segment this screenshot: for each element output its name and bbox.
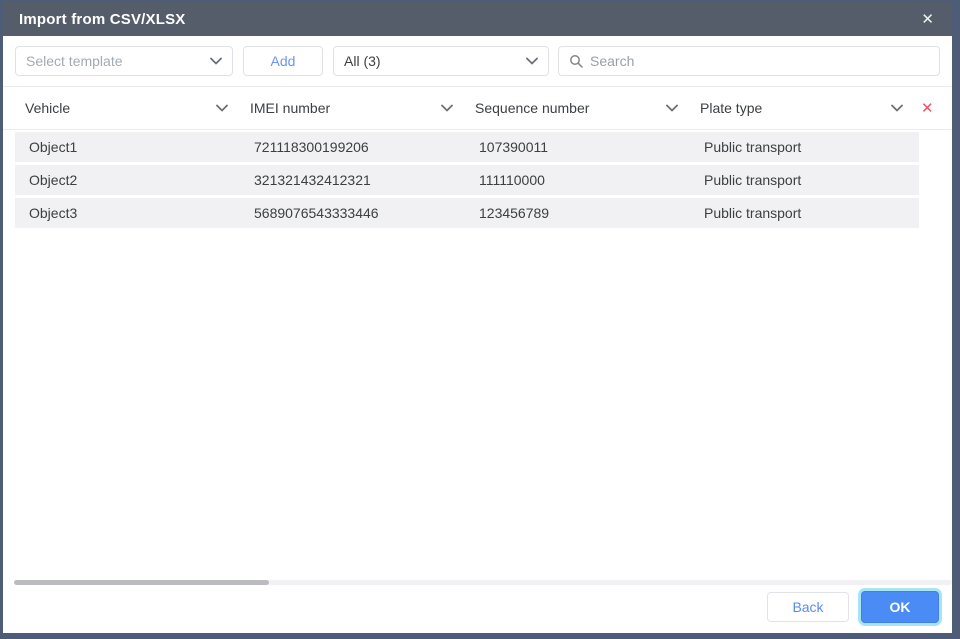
scrollbar-thumb[interactable] bbox=[14, 580, 269, 585]
cell-imei: 321321432412321 bbox=[254, 172, 371, 188]
cell-sequence: 107390011 bbox=[479, 139, 549, 155]
column-label: Plate type bbox=[700, 100, 763, 116]
add-button[interactable]: Add bbox=[243, 46, 323, 76]
template-select[interactable]: Select template bbox=[15, 46, 233, 76]
cell-vehicle: Object2 bbox=[29, 172, 78, 188]
cell-plate-type: Public transport bbox=[704, 139, 802, 155]
filter-select[interactable]: All (3) bbox=[333, 46, 549, 76]
close-icon[interactable]: ✕ bbox=[919, 8, 936, 31]
table-header: Vehicle IMEI number Sequence number Plat… bbox=[3, 87, 952, 130]
toolbar: Select template Add All (3) Search bbox=[3, 36, 952, 87]
table-body: Object1 721118300199206 107390011 Public… bbox=[3, 130, 952, 585]
cell-imei: 721118300199206 bbox=[254, 139, 369, 155]
ok-button-label: OK bbox=[889, 599, 911, 615]
column-header-vehicle[interactable]: Vehicle bbox=[15, 100, 240, 116]
table-row[interactable]: Object2 321321432412321 111110000 Public… bbox=[15, 165, 919, 195]
cell-vehicle: Object3 bbox=[29, 205, 78, 221]
cell-imei: 5689076543333446 bbox=[254, 205, 379, 221]
cell-plate-type: Public transport bbox=[704, 172, 802, 188]
column-label: Vehicle bbox=[25, 100, 71, 116]
horizontal-scrollbar[interactable] bbox=[14, 580, 952, 585]
filter-select-value: All (3) bbox=[344, 53, 381, 69]
column-header-sequence[interactable]: Sequence number bbox=[465, 100, 690, 116]
dialog-footer: Back OK bbox=[3, 585, 952, 633]
template-select-placeholder: Select template bbox=[26, 53, 123, 69]
cell-plate-type: Public transport bbox=[704, 205, 802, 221]
cell-vehicle: Object1 bbox=[29, 139, 78, 155]
column-label: Sequence number bbox=[475, 100, 590, 116]
ok-button[interactable]: OK bbox=[861, 591, 939, 623]
table-row[interactable]: Object3 5689076543333446 123456789 Publi… bbox=[15, 198, 919, 228]
search-icon bbox=[569, 54, 583, 68]
cell-sequence: 111110000 bbox=[479, 172, 545, 188]
column-header-plate-type[interactable]: Plate type bbox=[690, 100, 915, 116]
remove-columns-cell: ✕ bbox=[915, 101, 952, 116]
import-dialog: Import from CSV/XLSX ✕ Select template A… bbox=[3, 2, 952, 633]
chevron-down-icon bbox=[526, 57, 538, 65]
chevron-down-icon[interactable] bbox=[441, 104, 453, 112]
search-input[interactable]: Search bbox=[558, 46, 940, 76]
back-button-label: Back bbox=[792, 599, 824, 615]
column-label: IMEI number bbox=[250, 100, 331, 116]
chevron-down-icon[interactable] bbox=[666, 104, 678, 112]
column-header-imei[interactable]: IMEI number bbox=[240, 100, 465, 116]
dialog-titlebar: Import from CSV/XLSX ✕ bbox=[3, 2, 952, 36]
dialog-title: Import from CSV/XLSX bbox=[19, 10, 186, 28]
table-row[interactable]: Object1 721118300199206 107390011 Public… bbox=[15, 132, 919, 162]
chevron-down-icon[interactable] bbox=[216, 104, 228, 112]
chevron-down-icon[interactable] bbox=[891, 104, 903, 112]
add-button-label: Add bbox=[270, 53, 296, 69]
back-button[interactable]: Back bbox=[767, 592, 849, 622]
chevron-down-icon bbox=[210, 57, 222, 65]
remove-columns-icon[interactable]: ✕ bbox=[921, 101, 934, 116]
cell-sequence: 123456789 bbox=[479, 205, 550, 221]
search-placeholder: Search bbox=[590, 53, 635, 69]
